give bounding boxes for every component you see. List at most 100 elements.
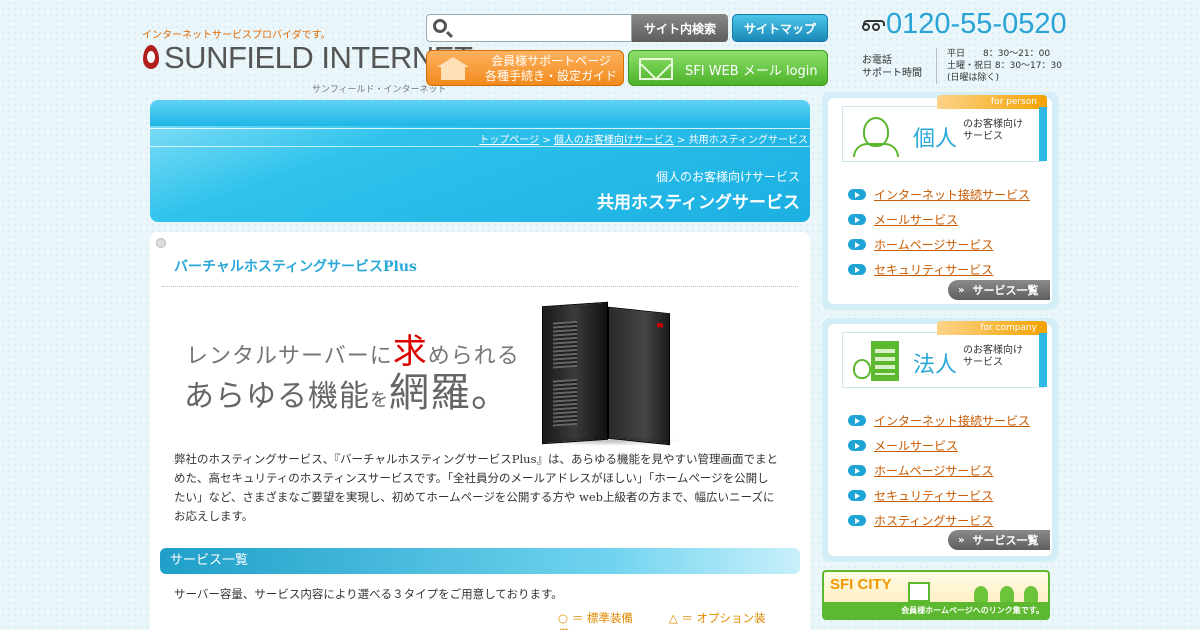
- arrow-bullet-icon: [848, 490, 866, 501]
- sfi-city-banner[interactable]: SFI CITY 会員様ホームページへのリンク集です。: [822, 570, 1050, 620]
- sidebar-link[interactable]: セキュリティサービス: [874, 487, 993, 504]
- feature-legend: ○ ＝ 標準装備△ ＝ オプション装備: [558, 610, 810, 630]
- sidebar-item-internet: インターネット接続サービス: [848, 182, 1030, 207]
- tel-label-1: お電話: [862, 55, 892, 66]
- sidebar-link[interactable]: ホームページサービス: [874, 462, 993, 479]
- sidebar-company: for company 法人 のお客様向け サービス インターネット接続サービス…: [822, 318, 1058, 562]
- arrow-bullet-icon: [848, 189, 866, 200]
- breadcrumb-separator: >: [539, 135, 554, 146]
- server-rack-image: [534, 296, 694, 446]
- arrow-bullet-icon: [848, 239, 866, 250]
- hours-weekday: 平日 8：30〜21：00: [947, 49, 1051, 59]
- sidebar-link[interactable]: メールサービス: [874, 211, 958, 228]
- support-phone-label: お電話 サポート時間: [862, 54, 922, 80]
- sidebar-item-mail: メールサービス: [848, 433, 1030, 458]
- promo-text: を: [370, 390, 389, 411]
- more-label: サービス一覧: [972, 534, 1039, 547]
- sidebar-link[interactable]: セキュリティサービス: [874, 261, 993, 278]
- arrow-bullet-icon: [848, 214, 866, 225]
- sidebar-company-panel: for company 法人 のお客様向け サービス インターネット接続サービス…: [828, 321, 1052, 556]
- banner-subtext: 会員様ホームページへのリンク集です。: [901, 606, 1044, 615]
- member-support-line1: 会員様サポートページ: [491, 54, 611, 68]
- sidebar-corner-label: for person: [937, 95, 1047, 109]
- hero-divider-2: [150, 146, 810, 147]
- sidebar-personal-header: for person 個人 のお客様向け サービス: [842, 95, 1047, 162]
- sidebar-link[interactable]: ホスティングサービス: [874, 512, 993, 529]
- logo-drop-icon: [140, 43, 162, 73]
- hours-note: (日曜は除く): [947, 73, 1000, 83]
- breadcrumb-separator: >: [673, 135, 689, 146]
- arrow-bullet-icon: [848, 465, 866, 476]
- search-input[interactable]: [455, 17, 625, 39]
- sidebar-category: 個人: [913, 127, 958, 152]
- member-support-line2: 各種手続き・設定ガイド: [484, 69, 617, 83]
- support-phone-number: 0120-55-0520: [886, 8, 1067, 40]
- house-icon: [435, 57, 471, 81]
- sidebar-item-homepage: ホームページサービス: [848, 232, 1030, 257]
- main-content: バーチャルホスティングサービスPlus レンタルサーバーに求められる あらゆる機…: [150, 232, 810, 630]
- breadcrumb-personal[interactable]: 個人のお客様向けサービス: [554, 135, 674, 146]
- arrow-bullet-icon: [848, 264, 866, 275]
- sidebar-link[interactable]: ホームページサービス: [874, 236, 993, 253]
- personal-service-list-button[interactable]: » サービス一覧: [948, 280, 1050, 300]
- promo-headline-2: あらゆる機能を網羅。: [184, 360, 512, 418]
- mail-icon: [639, 58, 673, 80]
- support-hours: 平日 8：30〜21：00 土曜・祝日 8：30〜17：30 (日曜は除く): [936, 48, 1062, 84]
- tree-icon: [1000, 586, 1014, 602]
- sidebar-category-sub: のお客様向け サービス: [963, 119, 1023, 142]
- breadcrumb-current: 共用ホスティングサービス: [688, 135, 808, 146]
- telephone-icon: [862, 20, 885, 34]
- corner-dot-icon: [156, 238, 166, 248]
- sidebar-corner-label: for company: [937, 321, 1047, 335]
- arrow-bullet-icon: [848, 440, 866, 451]
- search-box: [426, 14, 632, 42]
- arrow-bullet-icon: [848, 415, 866, 426]
- section-heading-service-list: サービス一覧: [160, 548, 800, 574]
- arrow-bullet-icon: [848, 515, 866, 526]
- sidebar-category: 法人: [913, 353, 958, 378]
- tree-icon: [1024, 586, 1038, 602]
- sidebar-item-security: セキュリティサービス: [848, 257, 1030, 282]
- page-title: 共用ホスティングサービス: [597, 193, 800, 213]
- webmail-login-button[interactable]: SFI WEB メール login: [628, 50, 828, 86]
- company-building-icon: [849, 339, 903, 383]
- hero-divider: [150, 128, 810, 129]
- breadcrumb: トップページ > 個人のお客様向けサービス > 共用ホスティングサービス: [479, 131, 808, 146]
- sidebar-item-mail: メールサービス: [848, 207, 1030, 232]
- hero-subtitle: 個人のお客様向けサービス: [655, 170, 800, 184]
- sidebar-link[interactable]: メールサービス: [874, 437, 958, 454]
- company-service-list-button[interactable]: » サービス一覧: [948, 530, 1050, 550]
- legend-standard: ○ ＝ 標準装備: [558, 611, 633, 625]
- site-search-button[interactable]: サイト内検索: [632, 14, 728, 42]
- sidebar-personal-list: インターネット接続サービス メールサービス ホームページサービス セキュリティサ…: [848, 182, 1030, 282]
- promo-text-large: 網羅。: [389, 370, 512, 416]
- title-divider: [162, 286, 798, 287]
- section-intro: サーバー容量、サービス内容により選べる３タイプをご用意しております。: [174, 587, 563, 601]
- sidebar-link[interactable]: インターネット接続サービス: [874, 186, 1030, 203]
- sidebar-personal: for person 個人 のお客様向け サービス インターネット接続サービス …: [822, 92, 1058, 310]
- double-chevron-icon: »: [958, 534, 965, 546]
- search-icon: [433, 19, 447, 33]
- sitemap-button[interactable]: サイトマップ: [732, 14, 828, 42]
- sidebar-link[interactable]: インターネット接続サービス: [874, 412, 1030, 429]
- product-title: バーチャルホスティングサービスPlus: [174, 259, 417, 275]
- person-icon: [849, 113, 903, 157]
- member-support-button[interactable]: 会員様サポートページ 各種手続き・設定ガイド: [426, 50, 624, 86]
- tree-icon: [974, 586, 988, 602]
- webmail-login-label: SFI WEB メール login: [685, 64, 818, 79]
- promo-text: あらゆる機能: [184, 379, 370, 414]
- logo-subtext: サンフィールド・インターネット: [312, 85, 447, 95]
- hours-saturday-holiday: 土曜・祝日 8：30〜17：30: [947, 61, 1062, 71]
- sidebar-item-homepage: ホームページサービス: [848, 458, 1030, 483]
- sidebar-item-internet: インターネット接続サービス: [848, 408, 1030, 433]
- sidebar-category-sub: のお客様向け サービス: [963, 345, 1023, 368]
- product-description: 弊社のホスティングサービス、『バーチャルホスティングサービスPlus』は、あらゆ…: [174, 452, 778, 523]
- double-chevron-icon: »: [958, 284, 965, 296]
- site-logo[interactable]: SUNFIELD INTERNET: [140, 40, 473, 76]
- house-icon: [908, 582, 930, 602]
- server-rack-right: [608, 306, 670, 446]
- server-rack-left: [542, 301, 608, 445]
- breadcrumb-home[interactable]: トップページ: [479, 135, 539, 146]
- more-label: サービス一覧: [972, 284, 1039, 297]
- sidebar-company-header: for company 法人 のお客様向け サービス: [842, 321, 1047, 388]
